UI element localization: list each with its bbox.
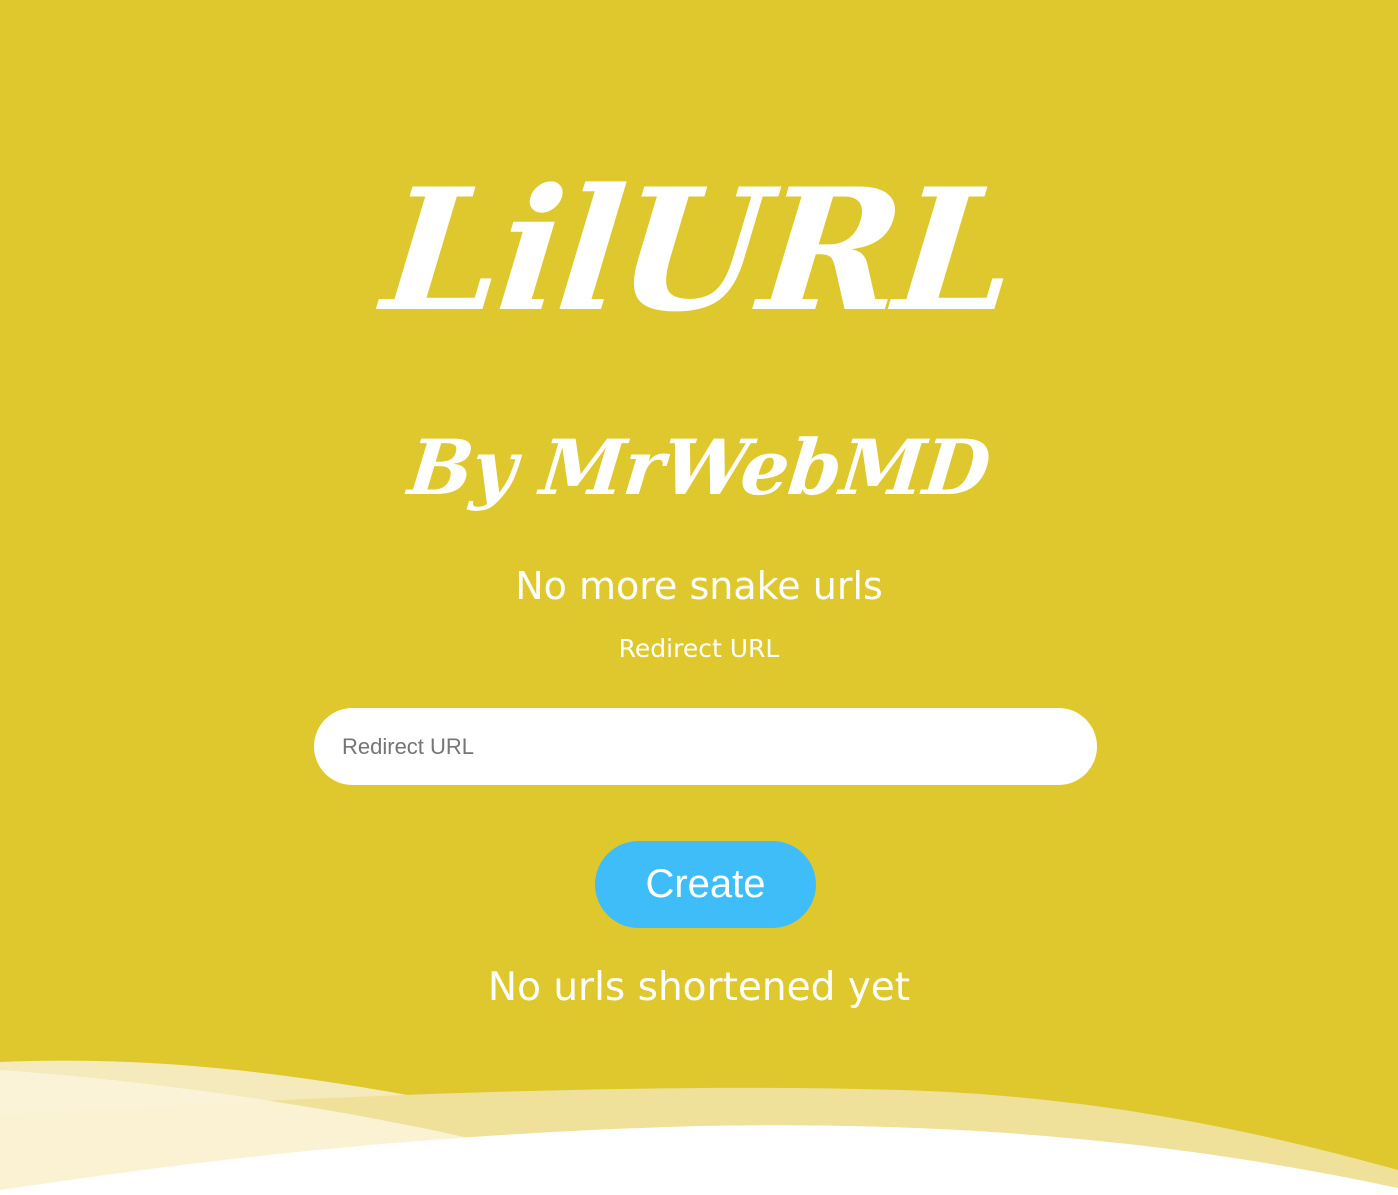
page: LilURL By MrWebMD No more snake urls Red…	[0, 0, 1398, 1195]
create-button[interactable]: Create	[595, 841, 816, 928]
author-byline: By MrWebMD	[404, 423, 994, 512]
redirect-url-label: Redirect URL	[618, 634, 780, 663]
tagline: No more snake urls	[515, 564, 883, 608]
shortened-urls-status: No urls shortened yet	[487, 965, 911, 1010]
wave-decoration	[0, 1060, 1398, 1195]
app-logo: LilURL	[375, 151, 1023, 349]
redirect-url-input[interactable]	[314, 708, 1097, 785]
